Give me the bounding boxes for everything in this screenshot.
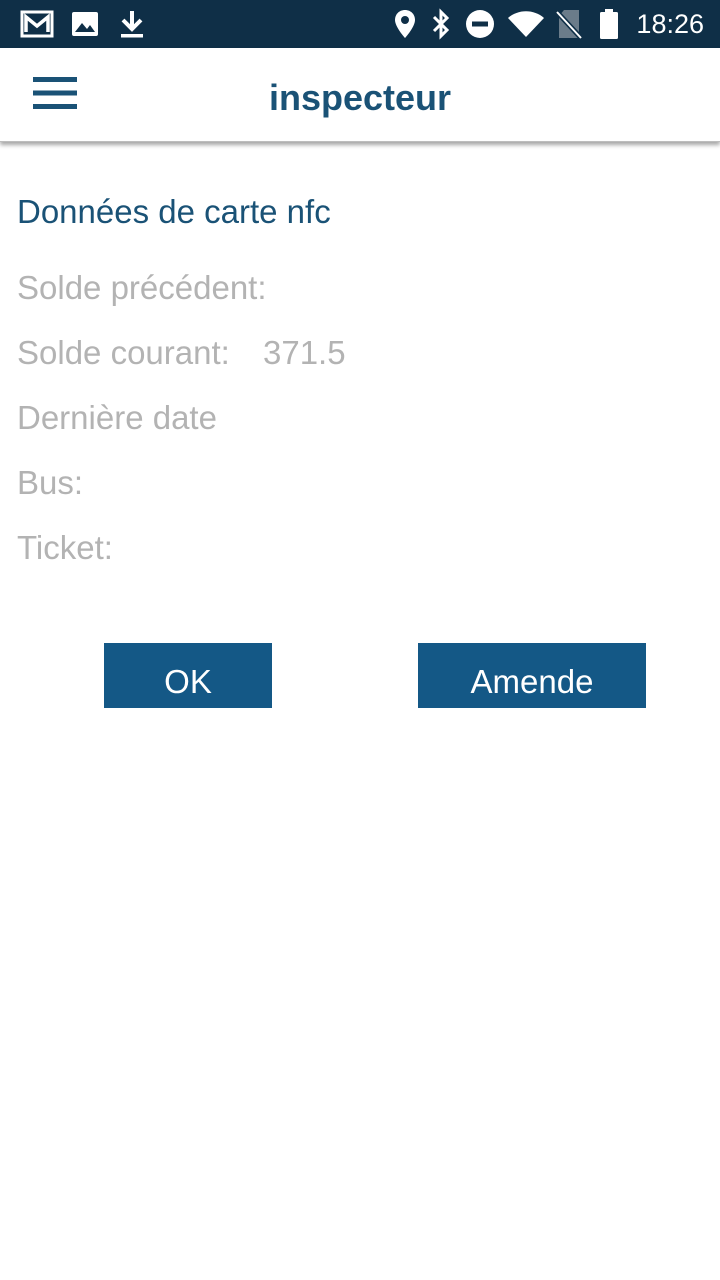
download-icon — [118, 0, 146, 48]
page-title: inspecteur — [268, 77, 452, 118]
menu-button[interactable] — [22, 70, 88, 120]
previous-balance-row: Solde précédent: — [17, 255, 707, 320]
ok-button[interactable]: OK — [104, 643, 272, 708]
ticket-label: Ticket: — [17, 529, 113, 566]
wifi-icon — [506, 0, 546, 48]
app-bar: inspecteur — [0, 48, 720, 142]
no-sim-icon — [554, 0, 584, 48]
image-icon — [70, 0, 100, 48]
last-date-label: Dernière date — [17, 399, 217, 436]
status-time: 18:26 — [636, 9, 704, 39]
last-date-row: Dernière date — [17, 385, 707, 450]
bus-label: Bus: — [17, 464, 84, 501]
current-balance-label: Solde courant: — [17, 334, 230, 371]
do-not-disturb-icon — [464, 0, 496, 48]
hamburger-menu-icon — [33, 76, 77, 115]
previous-balance-label: Solde précédent: — [17, 269, 267, 306]
bus-row: Bus: — [17, 450, 707, 515]
current-balance-value: 371.5 — [262, 334, 346, 371]
amende-button[interactable]: Amende — [418, 643, 646, 708]
current-balance-row: Solde courant: 371.5 — [17, 320, 707, 385]
section-title: Données de carte nfc — [17, 193, 331, 230]
location-icon — [392, 0, 418, 48]
bluetooth-icon — [428, 0, 454, 48]
gmail-icon — [18, 0, 56, 48]
nfc-card-data: Données de carte nfc Solde précédent: So… — [17, 190, 707, 580]
battery-icon — [596, 0, 622, 48]
ticket-row: Ticket: — [17, 515, 707, 580]
status-bar: 18:26 — [0, 0, 720, 48]
